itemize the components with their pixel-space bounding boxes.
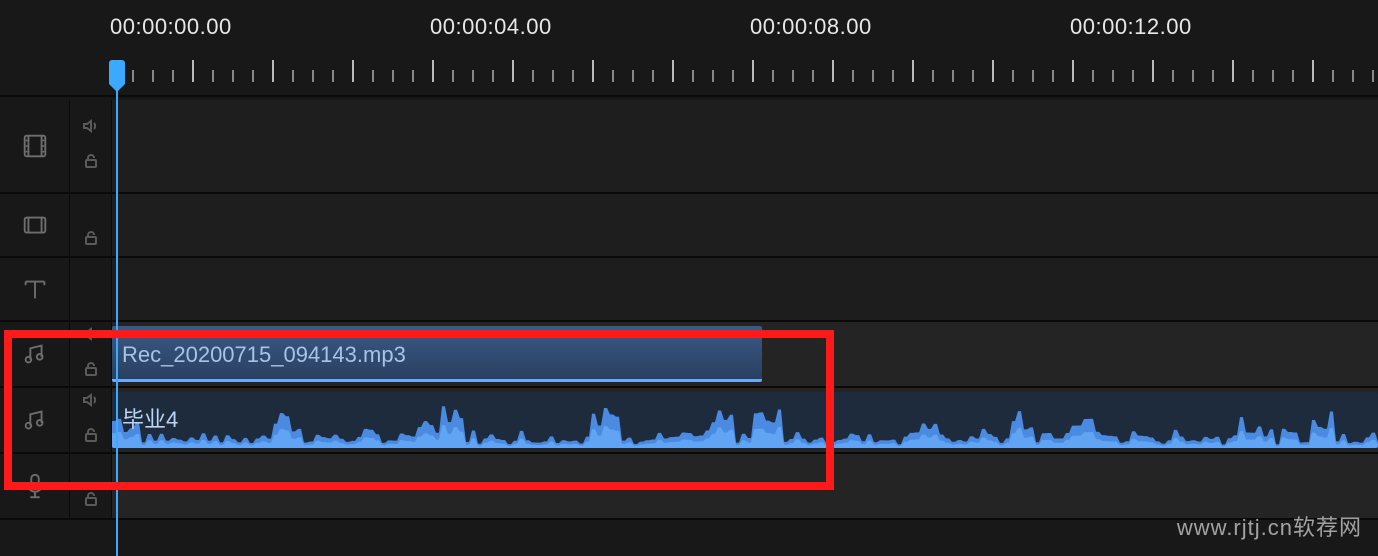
watermark-text: www.rjtj.cn软荐网	[1177, 510, 1362, 542]
ruler-label: 00:00:04.00	[430, 14, 552, 40]
track-audio-2: 毕业4	[0, 388, 1378, 454]
lock-icon[interactable]	[81, 425, 101, 450]
playhead-line	[116, 86, 118, 556]
mute-icon[interactable]	[81, 324, 101, 349]
video-track-icon	[0, 100, 70, 192]
waveform	[112, 406, 1378, 448]
audio-clip-2[interactable]: 毕业4	[112, 392, 1378, 448]
music-track-icon	[0, 388, 70, 452]
ruler-label: 00:00:00.00	[110, 14, 232, 40]
time-ruler[interactable]: 00:00:00.00 00:00:04.00 00:00:08.00 00:00:1…	[0, 0, 1378, 100]
text-track-icon	[0, 258, 70, 320]
lock-icon[interactable]	[81, 489, 101, 514]
track-video-1	[0, 100, 1378, 194]
playhead-handle[interactable]	[109, 60, 125, 84]
mic-track-icon	[0, 454, 70, 518]
track-content[interactable]	[112, 258, 1378, 320]
track-text	[0, 258, 1378, 322]
clip-label: 毕业4	[122, 402, 178, 434]
track-content[interactable]: 毕业4	[112, 388, 1378, 452]
lock-icon[interactable]	[81, 359, 101, 384]
lock-icon[interactable]	[81, 228, 101, 253]
lock-icon[interactable]	[81, 151, 101, 176]
track-mic	[0, 454, 1378, 520]
timeline-panel: 00:00:00.00 00:00:04.00 00:00:08.00 00:00:1…	[0, 0, 1378, 556]
ruler-label: 00:00:08.00	[750, 14, 872, 40]
audio-track-icon	[0, 322, 70, 386]
track-content[interactable]	[112, 454, 1378, 518]
clip-label: Rec_20200715_094143.mp3	[122, 342, 406, 368]
track-content[interactable]	[112, 194, 1378, 256]
audio-clip-1[interactable]: Rec_20200715_094143.mp3	[112, 326, 762, 382]
track-content[interactable]: Rec_20200715_094143.mp3	[112, 322, 1378, 386]
track-audio-1: Rec_20200715_094143.mp3	[0, 322, 1378, 388]
ruler-label: 00:00:12.00	[1070, 14, 1192, 40]
track-video-2	[0, 194, 1378, 258]
overlay-track-icon	[0, 194, 70, 256]
mute-icon[interactable]	[81, 390, 101, 415]
mute-icon[interactable]	[81, 116, 101, 141]
tracks-area: Rec_20200715_094143.mp3 毕业4	[0, 100, 1378, 556]
track-content[interactable]	[112, 100, 1378, 192]
